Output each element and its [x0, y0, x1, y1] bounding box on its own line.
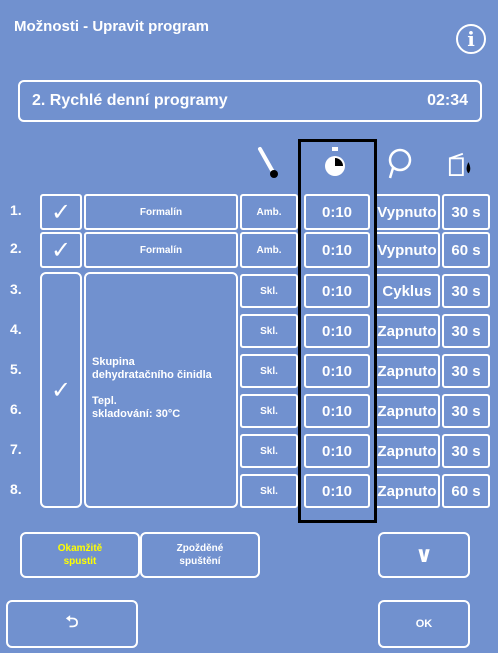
back-arrow-icon: ⮌ [65, 613, 79, 631]
drip-time-cell[interactable]: 60 s [442, 232, 490, 268]
selected-column-highlight [298, 139, 377, 523]
drip-time-cell[interactable]: 30 s [442, 274, 490, 308]
back-button[interactable]: ⮌ [6, 600, 138, 648]
row-number: 5. [10, 361, 22, 377]
drip-time-cell[interactable]: 30 s [442, 354, 490, 388]
chevron-down-icon[interactable]: ∨ [378, 532, 470, 578]
reagent-group-label: Skupina dehydratačního činidla Tepl. skl… [92, 356, 212, 420]
row-number: 4. [10, 321, 22, 337]
temperature-cell[interactable]: Skl. [240, 394, 298, 428]
pressure-vacuum-cell[interactable]: Zapnuto [374, 394, 440, 428]
drip-time-cell[interactable]: 30 s [442, 394, 490, 428]
pressure-vacuum-cell[interactable]: Vypnuto [374, 194, 440, 230]
temperature-cell[interactable]: Skl. [240, 314, 298, 348]
thermometer-icon [258, 147, 278, 178]
info-icon[interactable]: i [456, 24, 486, 54]
program-name-box[interactable]: 2. Rychlé denní programy 02:34 [18, 80, 482, 122]
row-number: 7. [10, 441, 22, 457]
temperature-cell[interactable]: Skl. [240, 474, 298, 508]
ok-button[interactable]: OK [378, 600, 470, 648]
probe-icon [388, 148, 412, 179]
drip-icon [448, 152, 471, 176]
row-number: 2. [10, 240, 22, 256]
row-number: 1. [10, 202, 22, 218]
start-immediately-button[interactable]: Okamžitě spustit [20, 532, 140, 578]
program-duration: 02:34 [427, 92, 468, 109]
drip-time-cell[interactable]: 30 s [442, 434, 490, 468]
pressure-vacuum-cell[interactable]: Zapnuto [374, 314, 440, 348]
drip-time-cell[interactable]: 30 s [442, 314, 490, 348]
pressure-vacuum-cell[interactable]: Zapnuto [374, 474, 440, 508]
program-name: 2. Rychlé denní programy [32, 92, 228, 109]
page-title: Možnosti - Upravit program [14, 18, 210, 35]
row-number: 6. [10, 401, 22, 417]
drip-time-cell[interactable]: 60 s [442, 474, 490, 508]
reagent-cell[interactable]: Formalín [84, 194, 238, 230]
row-enable-checkbox[interactable]: ✓ [40, 232, 82, 268]
pressure-vacuum-cell[interactable]: Zapnuto [374, 354, 440, 388]
temperature-cell[interactable]: Amb. [240, 194, 298, 230]
pressure-vacuum-cell[interactable]: Vypnuto [374, 232, 440, 268]
group-enable-checkbox[interactable]: ✓ [40, 272, 82, 508]
temperature-cell[interactable]: Amb. [240, 232, 298, 268]
temperature-cell[interactable]: Skl. [240, 274, 298, 308]
row-number: 3. [10, 281, 22, 297]
row-enable-checkbox[interactable]: ✓ [40, 194, 82, 230]
pressure-vacuum-cell[interactable]: Zapnuto [374, 434, 440, 468]
temperature-cell[interactable]: Skl. [240, 434, 298, 468]
row-number: 8. [10, 481, 22, 497]
drip-time-cell[interactable]: 30 s [442, 194, 490, 230]
reagent-cell[interactable]: Formalín [84, 232, 238, 268]
pressure-vacuum-cell[interactable]: Cyklus [374, 274, 440, 308]
temperature-cell[interactable]: Skl. [240, 354, 298, 388]
delayed-start-button[interactable]: Zpožděné spuštění [140, 532, 260, 578]
